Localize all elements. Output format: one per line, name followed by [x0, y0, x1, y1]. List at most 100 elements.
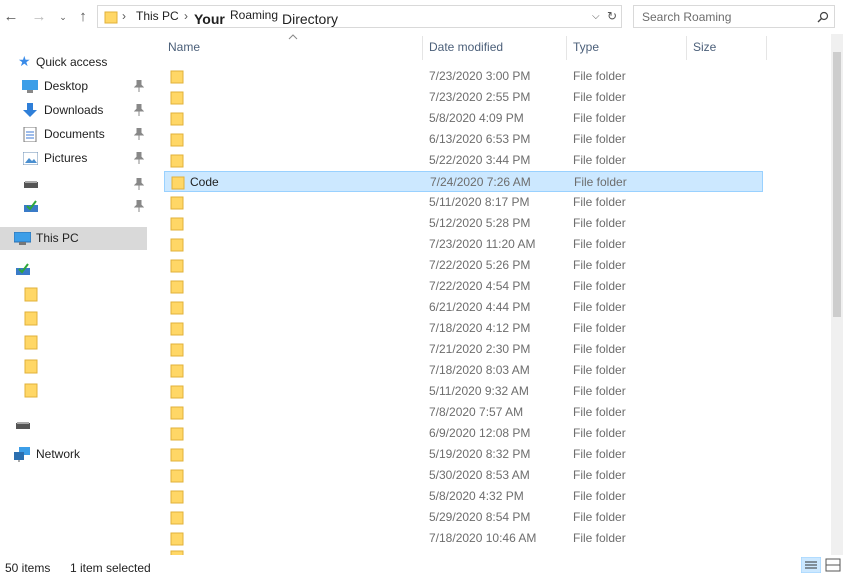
table-row[interactable]: 7/21/2020 2:30 PM File folder [164, 339, 763, 360]
scrollbar-thumb[interactable] [833, 52, 841, 317]
table-row[interactable]: 5/8/2020 4:09 PM File folder [164, 108, 763, 129]
nav-item-folder[interactable] [0, 355, 147, 378]
pin-icon[interactable] [134, 104, 144, 116]
nav-quick-access[interactable]: ★ Quick access [0, 51, 147, 74]
pin-icon[interactable] [134, 178, 144, 190]
forward-arrow-icon[interactable]: → [30, 6, 48, 28]
table-row[interactable]: 5/8/2020 4:32 PM File folder [164, 486, 763, 507]
nav-item-downloads[interactable]: Downloads [0, 99, 147, 122]
table-row[interactable]: 5/29/2020 8:54 PM File folder [164, 507, 763, 528]
breadcrumb-this-pc[interactable]: This PC [136, 9, 179, 23]
nav-item-folder[interactable] [0, 331, 147, 354]
table-row[interactable]: 7/18/2020 4:12 PM File folder [164, 318, 763, 339]
file-date: 6/9/2020 12:08 PM [429, 426, 531, 440]
column-divider[interactable] [422, 36, 423, 60]
folder-icon [104, 11, 118, 24]
folder-icon [170, 448, 184, 462]
nav-item-network-drive[interactable] [0, 195, 147, 218]
nav-item-folder[interactable] [0, 283, 147, 306]
pin-icon[interactable] [134, 152, 144, 164]
folder-icon [170, 70, 184, 84]
table-row[interactable]: 6/9/2020 12:08 PM File folder [164, 423, 763, 444]
file-date: 7/22/2020 5:26 PM [429, 258, 531, 272]
table-row[interactable]: 7/18/2020 8:03 AM File folder [164, 360, 763, 381]
table-row[interactable]: 7/22/2020 5:26 PM File folder [164, 255, 763, 276]
folder-icon [170, 301, 184, 315]
up-arrow-icon[interactable]: ↑ [74, 6, 92, 28]
file-type: File folder [573, 531, 626, 545]
column-divider[interactable] [566, 36, 567, 60]
column-header-date[interactable]: Date modified [429, 40, 503, 54]
folder-icon [170, 322, 184, 336]
file-date: 5/8/2020 4:32 PM [429, 489, 524, 503]
breadcrumb-roaming[interactable]: Roaming [230, 8, 278, 22]
recent-locations-chevron-icon[interactable]: ⌄ [56, 6, 70, 28]
file-date: 6/21/2020 4:44 PM [429, 300, 531, 314]
breadcrumb-directory[interactable]: Directory [282, 11, 338, 27]
table-row[interactable]: 7/23/2020 11:20 AM File folder [164, 234, 763, 255]
navigation-pane: ★ Quick access Desktop Downloads Documen… [0, 34, 152, 555]
table-row[interactable]: 5/22/2020 3:44 PM File folder [164, 150, 763, 171]
downloads-icon [23, 103, 37, 117]
nav-item-folder[interactable] [0, 307, 147, 330]
column-header-type[interactable]: Type [573, 40, 599, 54]
search-input[interactable]: Search Roaming [642, 10, 731, 24]
toolbar: ← → ⌄ ↑ › This PC › Your Roaming Directo… [0, 0, 843, 34]
vertical-scrollbar[interactable] [831, 34, 843, 555]
table-row[interactable]: 7/18/2020 10:46 AM File folder [164, 528, 763, 549]
table-row[interactable]: Code 7/24/2020 7:26 AM File folder [164, 171, 763, 192]
column-divider[interactable] [686, 36, 687, 60]
nav-item-folder[interactable] [0, 379, 147, 402]
nav-item-drive[interactable] [0, 415, 147, 438]
drive-icon [24, 181, 38, 188]
refresh-icon[interactable]: ↻ [607, 9, 617, 23]
file-type: File folder [573, 153, 626, 167]
column-header-name[interactable]: Name [168, 40, 200, 54]
table-row[interactable]: 5/30/2020 8:53 AM File folder [164, 465, 763, 486]
table-row[interactable]: 6/13/2020 6:53 PM File folder [164, 129, 763, 150]
file-date: 7/23/2020 2:55 PM [429, 90, 531, 104]
table-row[interactable]: 5/12/2020 5:28 PM File folder [164, 213, 763, 234]
table-row[interactable]: 5/11/2020 8:17 PM File folder [164, 192, 763, 213]
column-divider[interactable] [766, 36, 767, 60]
nav-item-network-drive[interactable] [0, 258, 147, 281]
pin-icon[interactable] [134, 80, 144, 92]
folder-icon [170, 91, 184, 105]
table-row[interactable]: 7/8/2020 7:57 AM File folder [164, 402, 763, 423]
large-icons-view-icon[interactable] [825, 557, 841, 573]
search-icon[interactable] [817, 11, 829, 23]
file-date: 5/8/2020 4:09 PM [429, 111, 524, 125]
address-bar[interactable]: › This PC › Your Roaming Directory ⌵ ↻ [97, 5, 622, 28]
table-row[interactable]: 5/11/2020 9:32 AM File folder [164, 381, 763, 402]
nav-this-pc-label: This PC [36, 231, 79, 245]
search-box[interactable]: Search Roaming [633, 5, 835, 28]
table-row[interactable]: 5/19/2020 8:32 PM File folder [164, 444, 763, 465]
breadcrumb-your[interactable]: Your [194, 11, 225, 27]
details-view-icon[interactable] [801, 557, 821, 573]
back-arrow-icon[interactable]: ← [2, 6, 20, 28]
nav-item-pictures[interactable]: Pictures [0, 147, 147, 170]
table-row[interactable]: 7/22/2020 4:54 PM File folder [164, 276, 763, 297]
nav-item-label: Documents [44, 127, 105, 141]
chevron-right-icon: › [122, 9, 126, 23]
table-row[interactable]: 7/23/2020 3:00 PM File folder [164, 66, 763, 87]
documents-icon [23, 127, 37, 142]
folder-icon [170, 259, 184, 273]
file-type: File folder [573, 447, 626, 461]
network-drive-icon [24, 200, 38, 212]
nav-item-drive[interactable] [0, 173, 147, 196]
folder-icon [170, 469, 184, 483]
column-header-size[interactable]: Size [693, 40, 716, 54]
nav-item-desktop[interactable]: Desktop [0, 75, 147, 98]
pin-icon[interactable] [134, 128, 144, 140]
table-row[interactable]: 7/23/2020 2:55 PM File folder [164, 87, 763, 108]
folder-icon [170, 385, 184, 399]
table-row[interactable]: 6/21/2020 4:44 PM File folder [164, 297, 763, 318]
nav-network[interactable]: Network [0, 443, 147, 466]
nav-item-documents[interactable]: Documents [0, 123, 147, 146]
file-type: File folder [573, 384, 626, 398]
pin-icon[interactable] [134, 200, 144, 212]
file-type: File folder [573, 405, 626, 419]
nav-this-pc[interactable]: This PC [0, 227, 147, 250]
address-dropdown-icon[interactable]: ⌵ [592, 11, 600, 22]
